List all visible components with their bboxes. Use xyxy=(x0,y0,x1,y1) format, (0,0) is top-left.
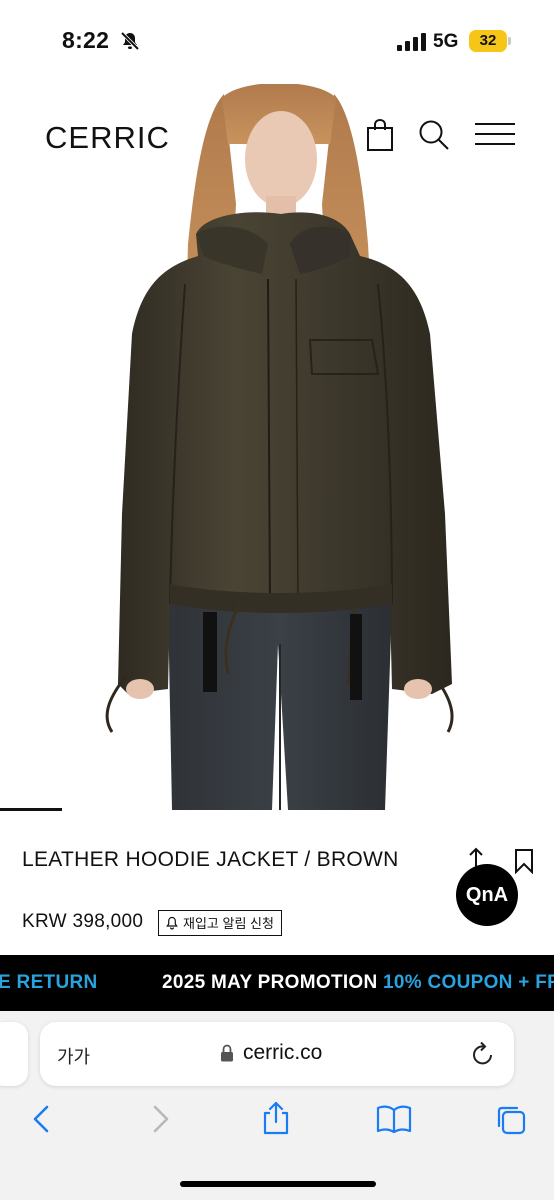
battery-indicator: 32 xyxy=(469,30,507,52)
bell-icon xyxy=(166,916,178,930)
browser-share-icon[interactable] xyxy=(261,1101,291,1135)
signal-icon xyxy=(397,33,426,51)
bookmark-icon[interactable] xyxy=(513,848,535,874)
shopping-bag-icon[interactable] xyxy=(366,118,394,152)
back-icon[interactable] xyxy=(32,1104,50,1134)
reload-icon[interactable] xyxy=(471,1041,495,1067)
qna-button[interactable]: QnA xyxy=(456,864,518,926)
product-price: KRW 398,000 xyxy=(22,911,144,932)
product-photo xyxy=(105,84,454,810)
url-text[interactable]: cerric.co xyxy=(243,1041,322,1065)
forward-icon[interactable] xyxy=(152,1104,170,1134)
previous-tab-peek[interactable] xyxy=(0,1022,28,1086)
promo-lead-text: E RETURN xyxy=(0,972,98,993)
bell-slash-icon xyxy=(120,31,140,51)
home-indicator xyxy=(180,1181,376,1187)
lock-icon xyxy=(221,1044,233,1062)
restock-alert-label: 재입고 알림 신청 xyxy=(183,916,274,931)
restock-alert-button[interactable]: 재입고 알림 신청 xyxy=(158,910,282,936)
battery-cap xyxy=(508,37,511,45)
image-carousel-indicator xyxy=(0,808,62,811)
promo-main-text: 2025 MAY PROMOTION xyxy=(162,972,378,993)
promo-accent-text: 10% COUPON + FR xyxy=(383,972,554,993)
product-name: LEATHER HOODIE JACKET / BROWN xyxy=(22,848,399,871)
search-icon[interactable] xyxy=(417,118,451,152)
site-logo[interactable]: CERRIC xyxy=(45,120,170,156)
tabs-icon[interactable] xyxy=(495,1104,527,1136)
product-image[interactable] xyxy=(0,84,554,810)
hamburger-menu-icon[interactable] xyxy=(474,118,516,152)
promo-banner[interactable]: E RETURN 2025 MAY PROMOTION 10% COUPON +… xyxy=(0,955,554,1011)
status-bar: 8:22 5G 32 xyxy=(0,0,554,84)
network-type: 5G xyxy=(433,31,459,52)
status-time: 8:22 xyxy=(62,27,110,53)
bookmarks-icon[interactable] xyxy=(376,1104,412,1134)
text-size-button[interactable]: 가가 xyxy=(57,1043,90,1069)
